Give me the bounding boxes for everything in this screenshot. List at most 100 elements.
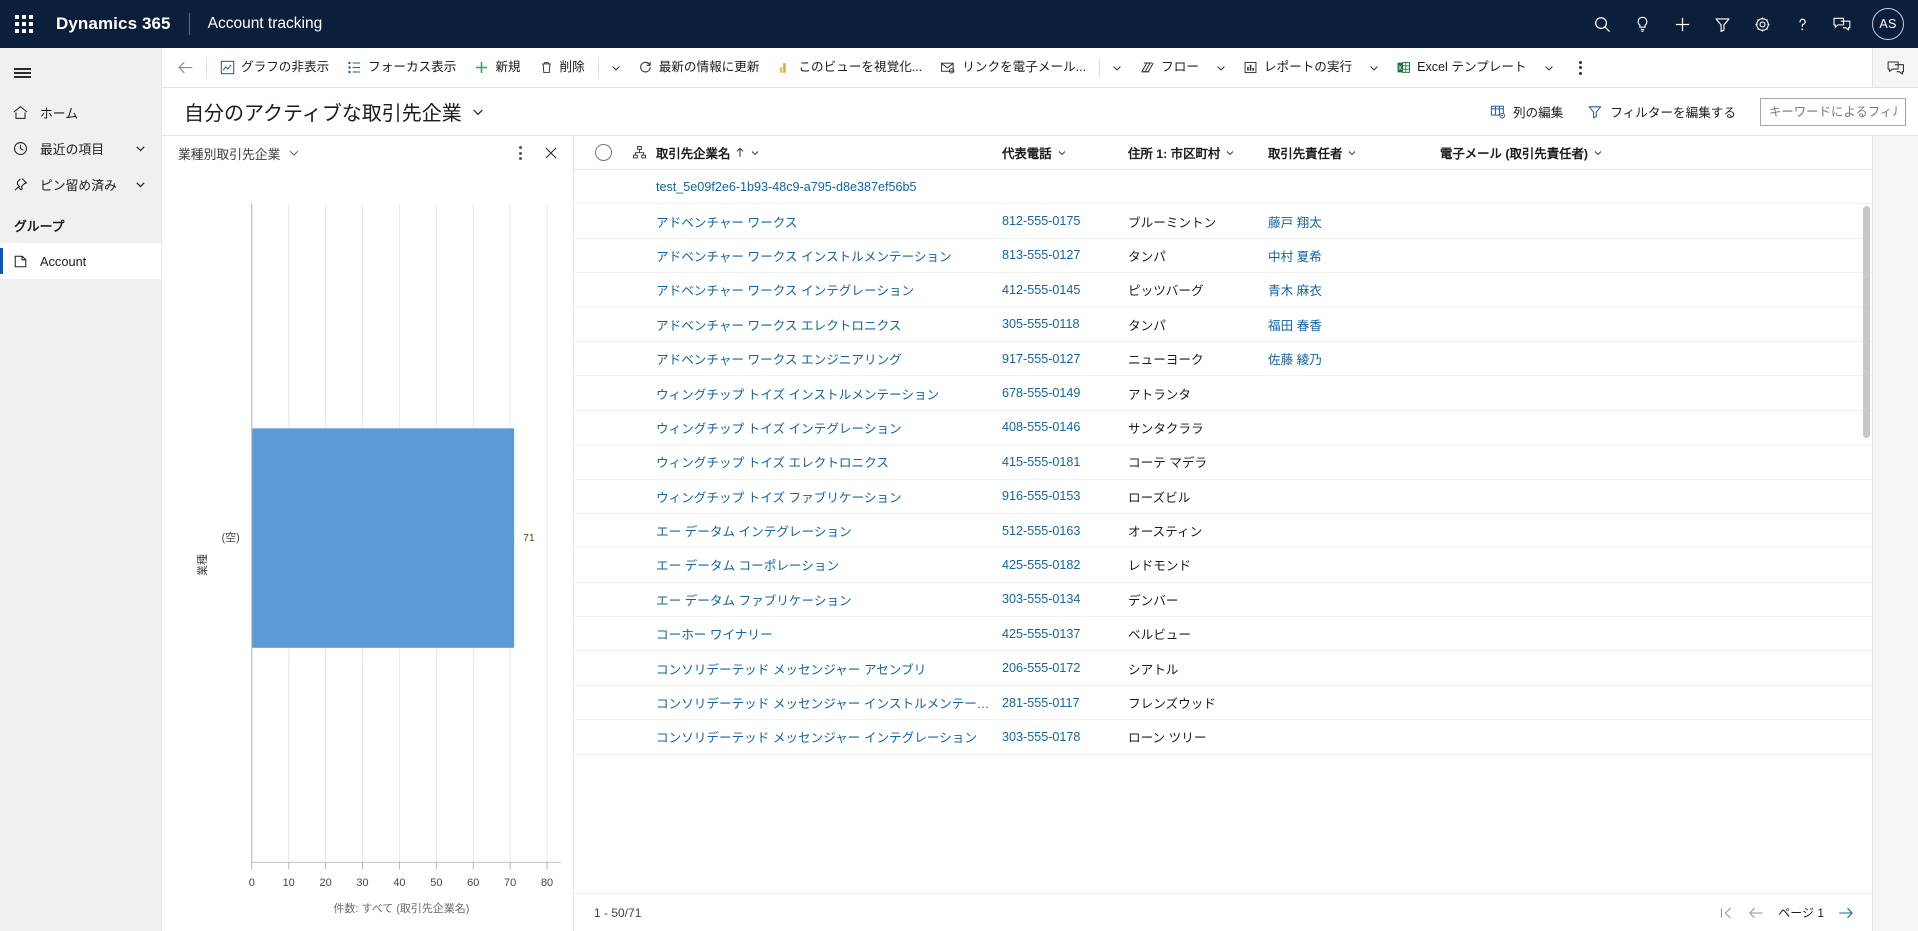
cell-name[interactable]: エー データム インテグレーション xyxy=(656,521,1002,540)
grid-vertical-scrollbar[interactable] xyxy=(1863,206,1870,851)
cell-name[interactable]: アドベンチャー ワークス エンジニアリング xyxy=(656,349,1002,368)
back-button[interactable] xyxy=(168,52,202,84)
refresh-button[interactable]: 最新の情報に更新 xyxy=(629,52,769,84)
cell-phone[interactable]: 206-555-0172 xyxy=(1002,661,1128,675)
table-row[interactable]: エー データム ファブリケーション 303-555-0134 デンバー xyxy=(574,583,1872,618)
table-row[interactable]: コンソリデーテッド メッセンジャー インストルメンテーション 281-555-01… xyxy=(574,686,1872,721)
column-header-name[interactable]: 取引先企業名 xyxy=(656,144,1002,162)
sidebar-item-home[interactable]: ホーム xyxy=(0,94,161,130)
cell-name[interactable]: コンソリデーテッド メッセンジャー インテグレーション xyxy=(656,727,1002,746)
cell-name[interactable]: コンソリデーテッド メッセンジャー アセンブリ xyxy=(656,659,1002,678)
run-report-button[interactable]: レポートの実行 xyxy=(1234,52,1361,84)
table-row[interactable]: アドベンチャー ワークス インテグレーション 412-555-0145 ピッツバーグ… xyxy=(574,273,1872,308)
run-report-dropdown-button[interactable] xyxy=(1361,52,1387,84)
chart-more-commands-button[interactable] xyxy=(507,140,533,166)
table-row[interactable]: アドベンチャー ワークス インストルメンテーション 813-555-0127 タンパ… xyxy=(574,239,1872,274)
table-row[interactable]: アドベンチャー ワークス エンジニアリング 917-555-0127 ニューヨーク 佐… xyxy=(574,342,1872,377)
cell-name[interactable]: エー データム ファブリケーション xyxy=(656,590,1002,609)
search-input[interactable] xyxy=(1769,104,1897,119)
cell-primary[interactable]: 中村 夏希 xyxy=(1268,246,1440,265)
help-button[interactable] xyxy=(1782,0,1822,48)
visualize-view-button[interactable]: このビューを視覚化... xyxy=(768,52,931,84)
cell-primary[interactable]: 佐藤 綾乃 xyxy=(1268,349,1440,368)
chevron-down-icon[interactable] xyxy=(134,142,147,155)
cell-phone[interactable]: 281-555-0117 xyxy=(1002,696,1128,710)
table-row[interactable]: コンソリデーテッド メッセンジャー インテグレーション 303-555-0178 ロ… xyxy=(574,720,1872,755)
column-header-email[interactable]: 電子メール (取引先責任者) xyxy=(1440,144,1670,162)
column-header-primary-contact[interactable]: 取引先責任者 xyxy=(1268,144,1440,162)
cell-name[interactable]: ウィングチップ トイズ インストルメンテーション xyxy=(656,384,1002,403)
cell-name[interactable]: アドベンチャー ワークス インテグレーション xyxy=(656,280,1002,299)
cell-name[interactable]: ウィングチップ トイズ ファブリケーション xyxy=(656,487,1002,506)
edit-filters-button[interactable]: フィルターを編集する xyxy=(1577,96,1746,127)
cell-phone[interactable]: 425-555-0182 xyxy=(1002,558,1128,572)
cell-name[interactable]: コンソリデーテッド メッセンジャー インストルメンテーション xyxy=(656,693,1002,712)
cell-name[interactable]: アドベンチャー ワークス エレクトロニクス xyxy=(656,315,1002,334)
flow-dropdown-button[interactable] xyxy=(1208,52,1234,84)
cell-phone[interactable]: 425-555-0137 xyxy=(1002,627,1128,641)
cell-name[interactable]: エー データム コーポレーション xyxy=(656,555,1002,574)
flow-button[interactable]: フロー xyxy=(1130,52,1208,84)
focus-view-button[interactable]: フォーカス表示 xyxy=(338,52,465,84)
cell-phone[interactable]: 813-555-0127 xyxy=(1002,248,1128,262)
cell-name[interactable]: ウィングチップ トイズ エレクトロニクス xyxy=(656,452,1002,471)
grid-rows-container[interactable]: test_5e09f2e6-1b93-48c9-a795-d8e387ef56b… xyxy=(574,170,1872,893)
view-selector-button[interactable] xyxy=(471,105,485,119)
chart-body[interactable]: 71 (空) 業種 0 10 20 30 40 50 60 70 80 件数: … xyxy=(162,170,573,931)
email-link-button[interactable]: リンクを電子メール... xyxy=(931,52,1095,84)
chart-selector-button[interactable] xyxy=(288,147,300,159)
search-button[interactable] xyxy=(1582,0,1622,48)
feedback-button[interactable] xyxy=(1822,0,1862,48)
cell-phone[interactable]: 408-555-0146 xyxy=(1002,420,1128,434)
table-row[interactable]: アドベンチャー ワークス 812-555-0175 ブルーミントン 藤戸 翔太 xyxy=(574,204,1872,239)
cell-primary[interactable]: 福田 春香 xyxy=(1268,315,1440,334)
cell-phone[interactable]: 917-555-0127 xyxy=(1002,352,1128,366)
cell-phone[interactable]: 512-555-0163 xyxy=(1002,524,1128,538)
delete-dropdown-button[interactable] xyxy=(603,52,629,84)
sidebar-item-recent[interactable]: 最近の項目 xyxy=(0,130,161,166)
excel-templates-dropdown-button[interactable] xyxy=(1536,52,1562,84)
email-link-dropdown-button[interactable] xyxy=(1104,52,1130,84)
cell-phone[interactable]: 305-555-0118 xyxy=(1002,317,1128,331)
search-box[interactable] xyxy=(1760,97,1906,126)
chevron-down-icon[interactable] xyxy=(134,178,147,191)
cell-phone[interactable]: 412-555-0145 xyxy=(1002,283,1128,297)
sidebar-item-pinned[interactable]: ピン留め済み xyxy=(0,166,161,202)
sitemap-toggle-button[interactable] xyxy=(0,52,161,94)
table-row[interactable]: ウィングチップ トイズ ファブリケーション 916-555-0153 ローズビル xyxy=(574,480,1872,514)
table-row[interactable]: ウィングチップ トイズ エレクトロニクス 415-555-0181 コーテ マデラ xyxy=(574,445,1872,480)
sidebar-item-account[interactable]: Account xyxy=(0,243,161,279)
bar-series-0[interactable] xyxy=(251,428,515,648)
next-page-button[interactable] xyxy=(1838,906,1854,920)
hierarchy-column-header[interactable] xyxy=(622,145,656,160)
first-page-button[interactable] xyxy=(1719,906,1734,920)
cell-phone[interactable]: 812-555-0175 xyxy=(1002,214,1128,228)
table-row[interactable]: エー データム コーポレーション 425-555-0182 レドモンド xyxy=(574,548,1872,583)
scrollbar-thumb[interactable] xyxy=(1863,206,1870,438)
cell-name[interactable]: test_5e09f2e6-1b93-48c9-a795-d8e387ef56b… xyxy=(656,180,1002,194)
edit-columns-button[interactable]: 列の編集 xyxy=(1480,96,1573,127)
settings-button[interactable] xyxy=(1742,0,1782,48)
table-row[interactable]: コーホー ワイナリー 425-555-0137 ベルビュー xyxy=(574,617,1872,652)
insights-button[interactable] xyxy=(1622,0,1662,48)
quick-create-button[interactable] xyxy=(1662,0,1702,48)
new-button[interactable]: 新規 xyxy=(465,52,529,84)
table-row[interactable]: コンソリデーテッド メッセンジャー アセンブリ 206-555-0172 シアトル xyxy=(574,651,1872,686)
column-header-phone[interactable]: 代表電話 xyxy=(1002,144,1128,162)
bar-chart[interactable]: 71 (空) 業種 0 10 20 30 40 50 60 70 80 件数: … xyxy=(162,174,573,931)
table-row[interactable]: test_5e09f2e6-1b93-48c9-a795-d8e387ef56b… xyxy=(574,170,1872,205)
chart-close-button[interactable] xyxy=(537,139,565,167)
cell-name[interactable]: ウィングチップ トイズ インテグレーション xyxy=(656,418,1002,437)
table-row[interactable]: アドベンチャー ワークス エレクトロニクス 305-555-0118 タンパ 福田 春… xyxy=(574,308,1872,342)
select-all-checkbox[interactable] xyxy=(584,144,622,161)
cell-phone[interactable]: 678-555-0149 xyxy=(1002,386,1128,400)
previous-page-button[interactable] xyxy=(1748,906,1764,920)
cell-phone[interactable]: 916-555-0153 xyxy=(1002,489,1128,503)
cell-name[interactable]: アドベンチャー ワークス インストルメンテーション xyxy=(656,246,1002,265)
cell-name[interactable]: アドベンチャー ワークス xyxy=(656,212,1002,231)
table-row[interactable]: ウィングチップ トイズ インストルメンテーション 678-555-0149 アトラン… xyxy=(574,376,1872,411)
app-launcher-button[interactable] xyxy=(0,0,48,48)
more-commands-button[interactable] xyxy=(1566,52,1596,84)
cell-phone[interactable]: 415-555-0181 xyxy=(1002,455,1128,469)
excel-templates-button[interactable]: X Excel テンプレート xyxy=(1387,52,1535,84)
